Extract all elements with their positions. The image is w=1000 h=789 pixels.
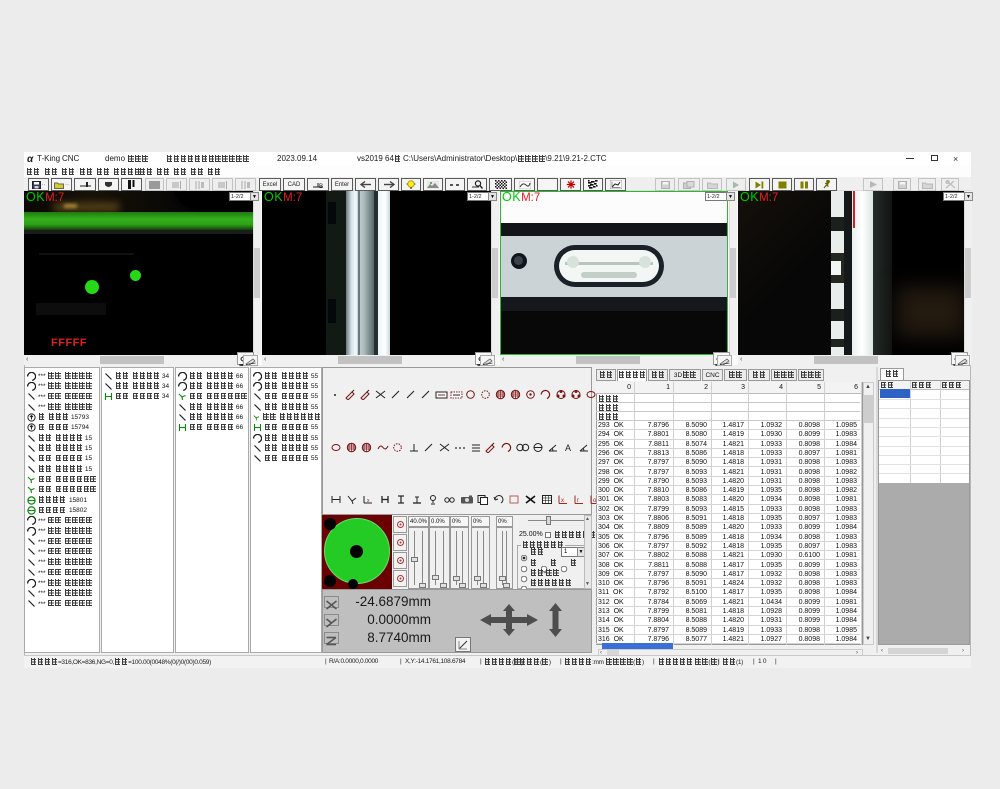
svg-text:r: r [577,498,579,504]
svg-text:x: x [561,498,564,504]
svg-text:B: B [319,184,323,189]
svg-text:A: A [565,443,571,453]
